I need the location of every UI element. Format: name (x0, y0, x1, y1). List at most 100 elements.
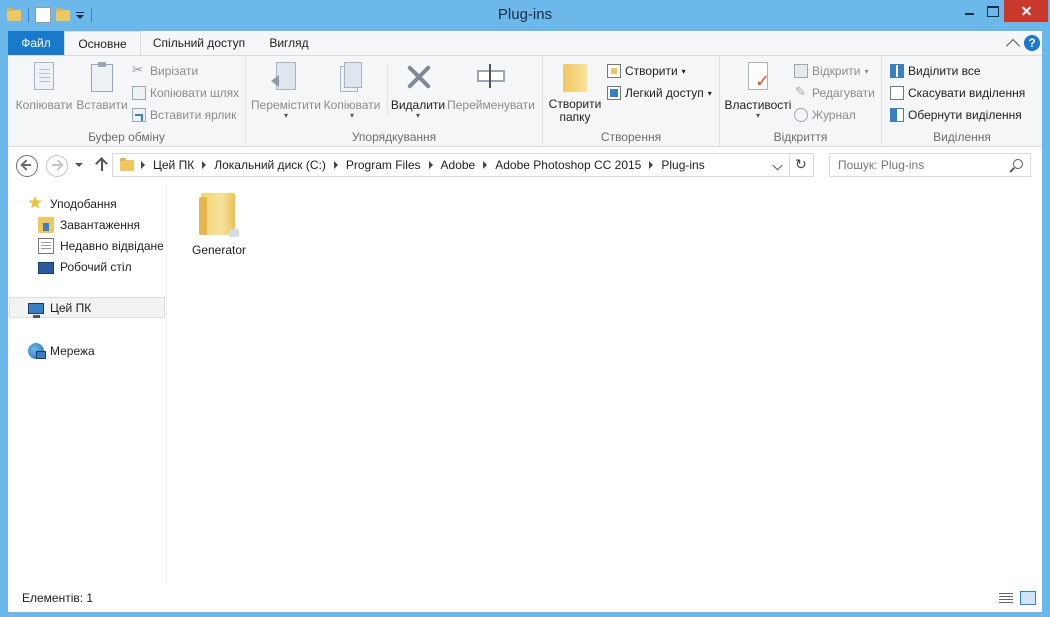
copy-to-label: Копіювати (323, 98, 381, 112)
move-to-icon (270, 60, 302, 94)
paste-button[interactable]: Вставити (74, 60, 130, 112)
tab-file[interactable]: Файл (8, 31, 64, 55)
explorer-window: Plug-ins Файл Основне Спільний доступ Ви… (0, 0, 1050, 617)
dropdown-arrow-icon: ▾ (283, 111, 288, 120)
copy-to-icon (336, 60, 368, 94)
group-label-organize: Упорядкування (351, 130, 437, 144)
breadcrumb-program-files[interactable]: Program Files (340, 158, 427, 172)
star-icon (28, 193, 44, 213)
nav-item-desktop[interactable]: Робочий стіл (38, 256, 132, 277)
group-select: Виділити все Скасувати виділення Обернут… (882, 56, 1042, 146)
maximize-button[interactable] (982, 0, 1004, 22)
tab-share[interactable]: Спільний доступ (148, 31, 250, 55)
edit-button[interactable]: Редагувати (794, 83, 875, 103)
close-button[interactable] (1004, 0, 1048, 22)
paste-label: Вставити (76, 98, 128, 112)
new-item-label: Створити (625, 64, 678, 78)
content-area: Уподобання Завантаження Недавно відвідан… (8, 183, 1042, 584)
nav-item-downloads[interactable]: Завантаження (38, 214, 140, 235)
invert-selection-icon (890, 108, 904, 122)
item-count: Елементів: 1 (22, 591, 94, 605)
nav-item-favorites[interactable]: Уподобання (28, 193, 117, 214)
refresh-icon[interactable] (790, 153, 814, 177)
recent-locations-dropdown-icon[interactable] (74, 163, 84, 169)
minimize-button[interactable] (956, 0, 982, 22)
new-item-button[interactable]: Створити ▾ (607, 61, 686, 81)
nav-item-this-pc[interactable]: Цей ПК (9, 297, 165, 318)
select-none-button[interactable]: Скасувати виділення (890, 83, 1025, 103)
breadcrumb-plug-ins[interactable]: Plug-ins (655, 158, 710, 172)
new-folder-button[interactable]: Створити папку (545, 60, 605, 124)
nav-item-network[interactable]: Мережа (28, 340, 95, 361)
open-label: Відкрити (812, 64, 861, 78)
group-label-select: Виділення (933, 130, 991, 144)
edit-label: Редагувати (812, 86, 875, 100)
file-list: Generator (168, 183, 1042, 584)
breadcrumb-separator-icon[interactable] (141, 161, 145, 169)
tab-home[interactable]: Основне (64, 31, 141, 56)
select-all-label: Виділити все (908, 64, 981, 78)
properties-check-icon (742, 60, 774, 94)
search-icon[interactable] (1013, 159, 1023, 169)
breadcrumb-local-disk[interactable]: Локальний диск (C:) (208, 158, 332, 172)
ribbon-separator (387, 64, 388, 116)
properties-button[interactable]: Властивості ▾ (724, 60, 792, 120)
help-icon[interactable]: ? (1024, 35, 1040, 51)
back-arrow-icon[interactable] (16, 155, 38, 177)
cut-label: Вирізати (150, 64, 199, 78)
select-none-icon (890, 86, 904, 100)
folder-item[interactable]: Generator (188, 189, 250, 257)
group-new: Створити папку Створити ▾ Легкий доступ … (543, 56, 720, 146)
history-button[interactable]: Журнал (794, 105, 856, 125)
breadcrumb-adobe[interactable]: Adobe (435, 158, 482, 172)
delete-button[interactable]: Видалити ▾ (390, 60, 446, 120)
breadcrumb-separator-icon[interactable] (483, 161, 488, 169)
forward-arrow-icon[interactable] (46, 155, 68, 177)
scissors-icon (132, 62, 146, 78)
new-folder-icon (559, 60, 591, 94)
paste-shortcut-button[interactable]: Вставити ярлик (132, 105, 236, 125)
address-bar[interactable]: Цей ПК Локальний диск (C:) Program Files… (112, 153, 790, 177)
dropdown-arrow-icon: ▾ (415, 111, 420, 120)
up-arrow-icon[interactable] (94, 155, 110, 177)
easy-access-button[interactable]: Легкий доступ ▾ (607, 83, 712, 103)
details-view-icon[interactable] (998, 591, 1014, 605)
delete-label: Видалити (390, 98, 446, 112)
properties-label: Властивості (724, 98, 792, 112)
collapse-ribbon-chevron-icon[interactable] (1005, 38, 1021, 54)
breadcrumb-separator-icon[interactable] (333, 161, 338, 169)
breadcrumb-separator-icon[interactable] (202, 161, 207, 169)
dropdown-arrow-icon: ▾ (707, 88, 712, 98)
dropdown-arrow-icon: ▾ (864, 66, 869, 76)
search-input[interactable] (838, 158, 1008, 172)
computer-icon (28, 302, 44, 318)
nav-item-recent[interactable]: Недавно відвідане (38, 235, 164, 256)
cut-button[interactable]: Вирізати (132, 61, 198, 81)
breadcrumb-photoshop[interactable]: Adobe Photoshop CC 2015 (489, 158, 647, 172)
group-organize: Перемістити ▾ Копіювати ▾ Видалити ▾ Пер… (246, 56, 543, 146)
large-icons-view-icon[interactable] (1020, 591, 1036, 605)
tab-view[interactable]: Вигляд (261, 31, 317, 55)
group-open: Властивості ▾ Відкрити ▾ Редагувати Журн… (720, 56, 882, 146)
title-bar: Plug-ins (0, 0, 1050, 30)
select-all-button[interactable]: Виділити все (890, 61, 981, 81)
move-to-button[interactable]: Перемістити ▾ (250, 60, 322, 120)
open-button[interactable]: Відкрити ▾ (794, 61, 869, 81)
nav-item-label: Завантаження (60, 217, 140, 232)
rename-label: Перейменувати (447, 98, 535, 112)
invert-selection-button[interactable]: Обернути виділення (890, 105, 1022, 125)
copy-to-button[interactable]: Копіювати ▾ (322, 60, 382, 120)
folder-icon (119, 157, 135, 173)
copy-button[interactable]: Копіювати (14, 60, 74, 112)
breadcrumb-separator-icon[interactable] (428, 161, 433, 169)
search-box[interactable] (829, 153, 1031, 177)
navigation-pane: Уподобання Завантаження Недавно відвідан… (8, 183, 167, 584)
breadcrumb-separator-icon[interactable] (649, 161, 654, 169)
rename-button[interactable]: Перейменувати (446, 60, 536, 112)
rename-icon (475, 60, 507, 94)
breadcrumb-this-pc[interactable]: Цей ПК (147, 158, 200, 172)
new-folder-label-2: папку (559, 110, 591, 124)
copy-path-button[interactable]: Копіювати шлях (132, 83, 239, 103)
address-history-chevron-icon[interactable] (772, 160, 783, 171)
network-icon (28, 342, 46, 359)
